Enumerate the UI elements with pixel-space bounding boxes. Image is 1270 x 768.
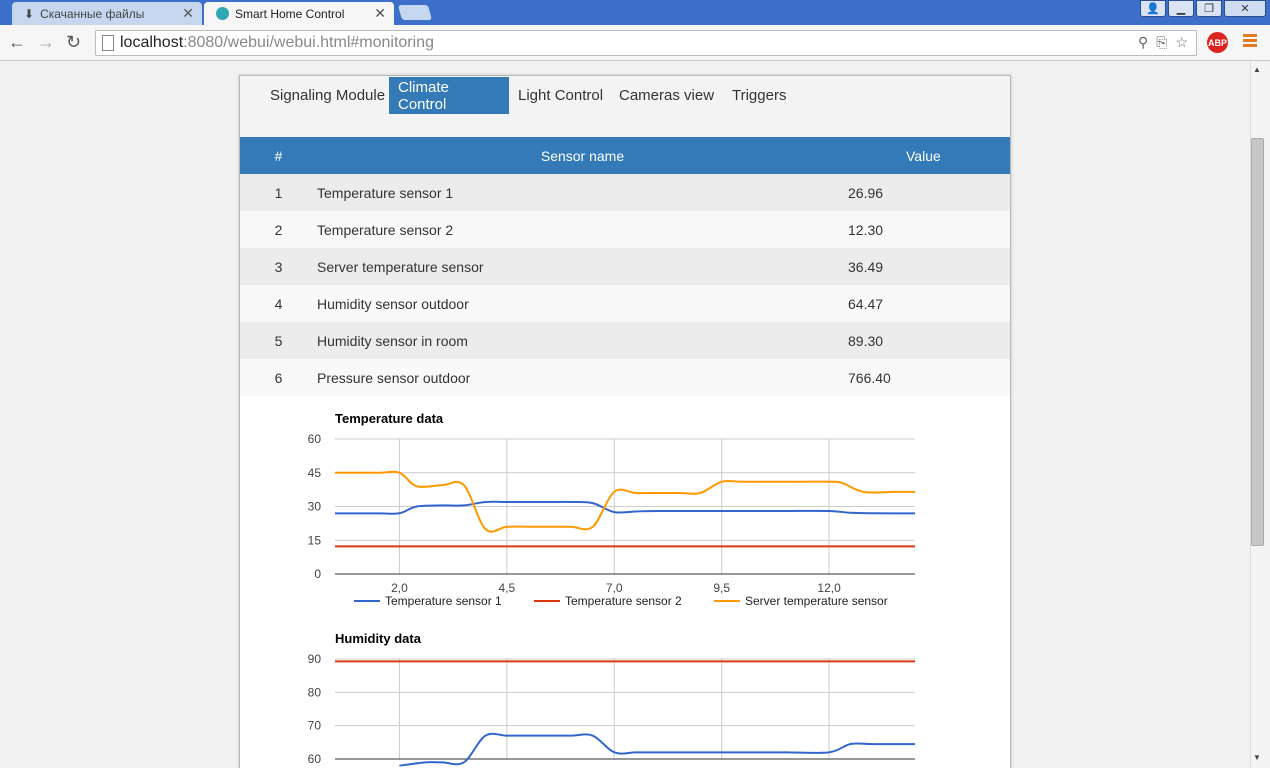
sensor-name: Server temperature sensor <box>317 258 484 275</box>
x-tick-label: 7,0 <box>606 581 623 595</box>
humidity-chart: Humidity data 60 70 80 90 <box>308 631 916 767</box>
page-viewport: Signaling Module Climate Control Light C… <box>0 62 1250 768</box>
sensor-value: 89.30 <box>848 332 884 349</box>
sensor-value: 36.49 <box>848 258 884 275</box>
translate-icon[interactable]: ⎘ <box>1156 34 1167 51</box>
page-icon <box>102 35 114 51</box>
y-tick-label: 15 <box>308 533 322 547</box>
series-line <box>334 500 916 515</box>
home-icon <box>216 7 229 20</box>
legend-label: Server temperature sensor <box>745 594 888 608</box>
row-number: 1 <box>274 184 283 201</box>
restore-button[interactable]: ❐ <box>1196 0 1222 17</box>
col-header-number: # <box>274 147 283 164</box>
sensor-name: Temperature sensor 1 <box>317 184 454 201</box>
sensor-name: Temperature sensor 2 <box>317 221 454 238</box>
row-number: 6 <box>274 369 283 386</box>
monitoring-panel: Signaling Module Climate Control Light C… <box>239 75 1011 768</box>
table-row: 3 Server temperature sensor 36.49 <box>240 248 1010 285</box>
nav-triggers[interactable]: Triggers <box>723 77 795 114</box>
zoom-icon[interactable]: ⚲ <box>1138 34 1148 51</box>
sensor-name: Humidity sensor in room <box>317 332 468 349</box>
table-row: 5 Humidity sensor in room 89.30 <box>240 322 1010 359</box>
sensor-name: Humidity sensor outdoor <box>317 295 469 312</box>
new-tab-button[interactable] <box>397 5 433 20</box>
chart-title: Humidity data <box>335 631 422 646</box>
x-tick-label: 9,5 <box>713 581 730 595</box>
y-tick-label: 60 <box>308 432 322 446</box>
sensor-value: 64.47 <box>848 295 884 312</box>
menu-icon[interactable] <box>1243 34 1257 49</box>
x-tick-label: 12,0 <box>817 581 841 595</box>
y-tick-label: 70 <box>308 719 322 733</box>
browser-titlebar: ⬇ Скачанные файлы ✕ Smart Home Control ✕… <box>0 0 1270 25</box>
browser-toolbar: ← → ↻ localhost:8080/webui/webui.html#mo… <box>0 25 1270 61</box>
tab-label: Скачанные файлы <box>40 6 145 21</box>
y-tick-label: 0 <box>314 567 321 581</box>
close-icon[interactable]: ✕ <box>182 5 194 22</box>
table-header-row: # Sensor name Value <box>240 137 1010 174</box>
address-bar[interactable]: localhost:8080/webui/webui.html#monitori… <box>95 30 1197 56</box>
table-row: 1 Temperature sensor 1 26.96 <box>240 174 1010 211</box>
adblock-label: ABP <box>1207 37 1227 48</box>
chart-title: Temperature data <box>335 411 444 426</box>
star-icon[interactable]: ☆ <box>1175 34 1188 51</box>
series-line <box>334 470 916 533</box>
scrollbar-thumb[interactable] <box>1251 138 1264 546</box>
sensor-value: 766.40 <box>848 369 891 386</box>
back-arrow-icon[interactable]: ← <box>8 32 26 53</box>
row-number: 3 <box>274 258 283 275</box>
scroll-down-icon[interactable]: ▼ <box>1253 753 1261 762</box>
col-header-value: Value <box>906 147 941 164</box>
y-tick-label: 30 <box>308 500 322 514</box>
col-header-sensor-name: Sensor name <box>540 147 625 164</box>
url-path: :8080/webui/webui.html#monitoring <box>183 34 434 51</box>
tab-downloads[interactable]: ⬇ Скачанные файлы ✕ <box>12 2 202 25</box>
sensor-name: Pressure sensor outdoor <box>317 369 471 386</box>
y-tick-label: 45 <box>308 466 322 480</box>
close-icon[interactable]: ✕ <box>374 5 386 22</box>
nav-signaling-module[interactable]: Signaling Module <box>261 77 394 114</box>
nav-bar: Signaling Module Climate Control Light C… <box>240 76 1010 137</box>
nav-climate-control[interactable]: Climate Control <box>389 77 509 114</box>
legend-label: Temperature sensor 1 <box>385 594 502 608</box>
sensor-value: 12.30 <box>848 221 884 238</box>
row-number: 2 <box>274 221 283 238</box>
nav-cameras-view[interactable]: Cameras view <box>610 77 723 114</box>
nav-light-control[interactable]: Light Control <box>509 77 612 114</box>
forward-arrow-icon[interactable]: → <box>37 32 55 53</box>
tab-label: Smart Home Control <box>235 6 345 21</box>
row-number: 5 <box>274 332 283 349</box>
sensor-value: 26.96 <box>848 184 884 201</box>
tab-smart-home[interactable]: Smart Home Control ✕ <box>204 2 394 25</box>
y-tick-label: 90 <box>308 652 322 666</box>
reload-icon[interactable]: ↻ <box>66 32 81 53</box>
series-line <box>399 732 916 767</box>
table-row: 2 Temperature sensor 2 12.30 <box>240 211 1010 248</box>
scroll-up-icon[interactable]: ▲ <box>1253 65 1261 74</box>
window-close-button[interactable]: ✕ <box>1224 0 1266 17</box>
legend-label: Temperature sensor 2 <box>565 594 682 608</box>
x-tick-label: 4,5 <box>499 581 516 595</box>
sensor-table: # Sensor name Value 1 Temperature sensor… <box>240 137 1010 396</box>
adblock-icon[interactable]: ABP <box>1207 32 1228 53</box>
row-number: 4 <box>274 295 283 312</box>
x-tick-label: 2,0 <box>391 581 408 595</box>
url-host: localhost <box>120 34 184 51</box>
y-tick-label: 60 <box>308 752 322 766</box>
table-row: 6 Pressure sensor outdoor 766.40 <box>240 359 1010 396</box>
minimize-button[interactable]: ▁ <box>1168 0 1194 17</box>
temperature-chart: Temperature data 0 15 30 45 60 2,0 4,5 7,0 9,5 12,… <box>308 411 916 608</box>
user-icon[interactable]: 👤 <box>1140 0 1166 17</box>
download-icon: ⬇ <box>24 6 35 21</box>
table-row: 4 Humidity sensor outdoor 64.47 <box>240 285 1010 322</box>
y-tick-label: 80 <box>308 685 322 699</box>
